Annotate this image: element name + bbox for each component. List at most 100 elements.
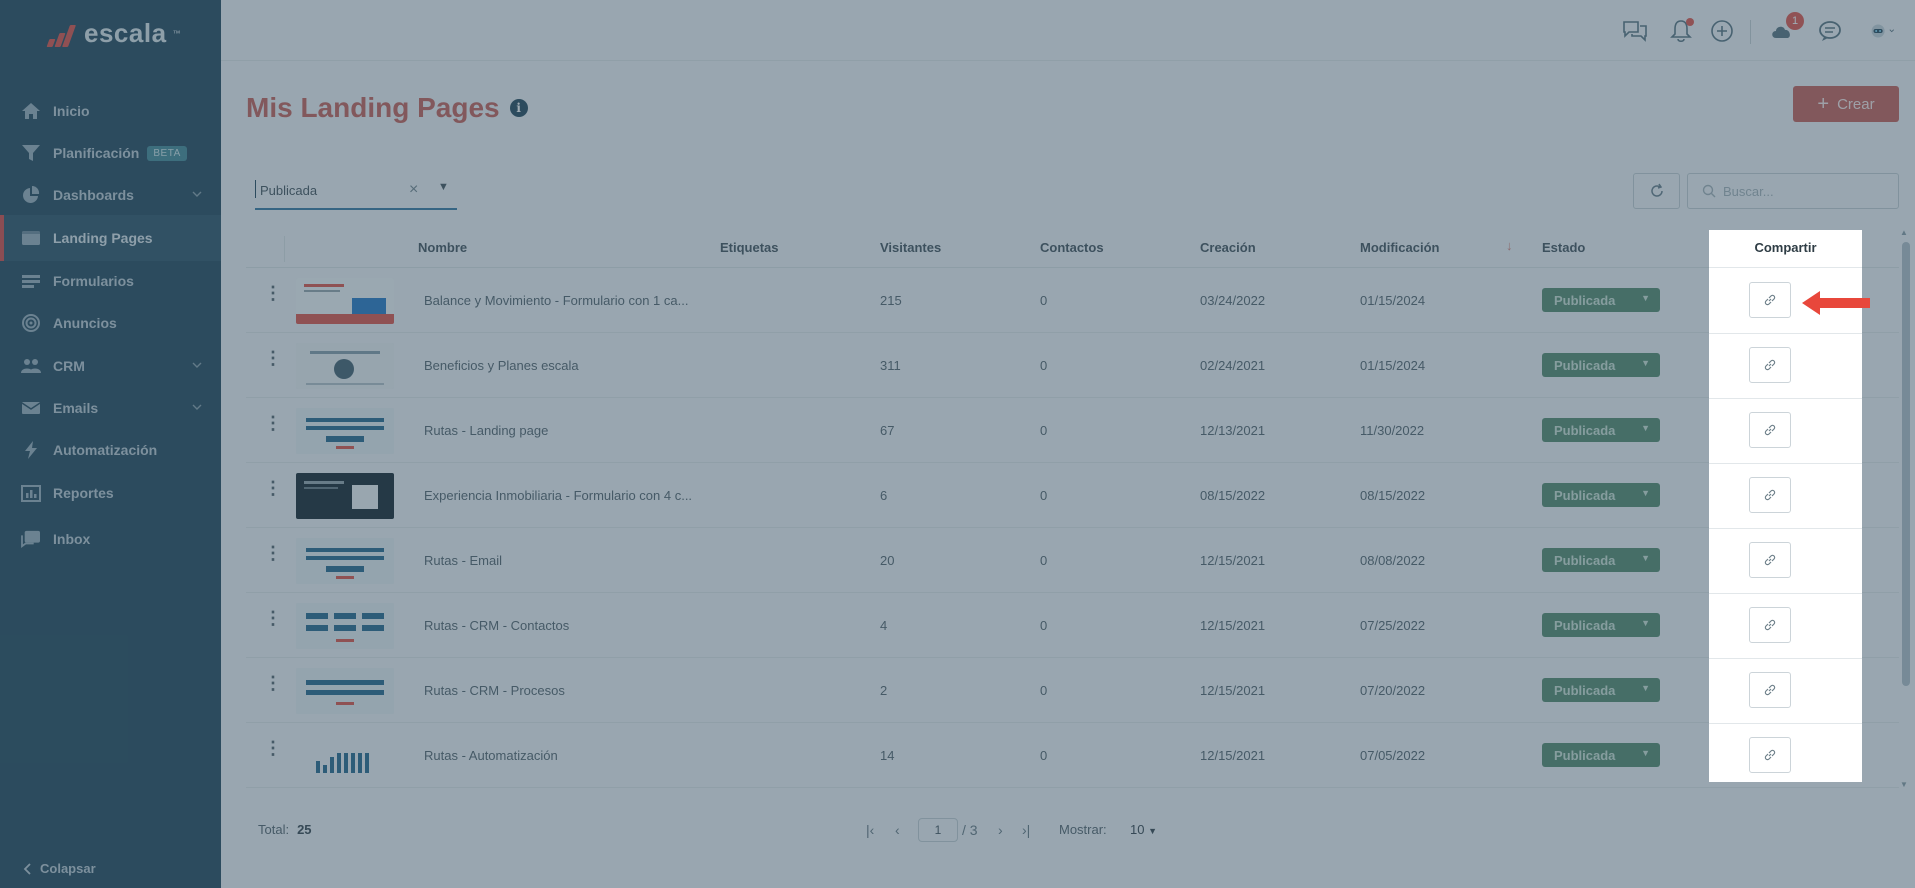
escala-logo[interactable]: escala ™ bbox=[44, 18, 181, 49]
share-link-button[interactable] bbox=[1749, 412, 1791, 448]
pointer-arrow-icon bbox=[1802, 291, 1870, 315]
chat-bubbles-icon[interactable] bbox=[1621, 18, 1649, 44]
create-button[interactable]: + Crear bbox=[1793, 86, 1899, 122]
column-header-contactos[interactable]: Contactos bbox=[1040, 240, 1104, 255]
contacts-count: 0 bbox=[1040, 553, 1048, 568]
info-icon[interactable]: i bbox=[509, 99, 528, 117]
column-header-modificacion[interactable]: Modificación bbox=[1360, 240, 1439, 255]
status-dropdown[interactable]: Publicada ▼ bbox=[1542, 418, 1660, 442]
page-number-input[interactable]: 1 bbox=[918, 818, 958, 842]
status-dropdown[interactable]: Publicada ▼ bbox=[1542, 613, 1660, 637]
create-button-label: Crear bbox=[1837, 95, 1875, 113]
sidebar-item-formularios[interactable]: Formularios bbox=[0, 258, 221, 304]
landing-thumbnail[interactable] bbox=[296, 538, 394, 584]
row-menu-icon[interactable]: ⋮ bbox=[264, 674, 282, 700]
landing-thumbnail[interactable] bbox=[296, 603, 394, 649]
column-header-visitantes[interactable]: Visitantes bbox=[880, 240, 941, 255]
bell-icon[interactable] bbox=[1667, 18, 1695, 44]
prev-page-icon[interactable]: ‹ bbox=[895, 822, 900, 838]
row-menu-icon[interactable]: ⋮ bbox=[264, 544, 282, 570]
caret-down-icon: ▼ bbox=[1641, 358, 1650, 368]
cloud-icon[interactable]: 1 bbox=[1768, 12, 1804, 44]
landing-name[interactable]: Rutas - Landing page bbox=[424, 423, 548, 438]
row-menu-icon[interactable]: ⋮ bbox=[264, 349, 282, 375]
landing-name[interactable]: Beneficios y Planes escala bbox=[424, 358, 579, 373]
sidebar-item-planificacion[interactable]: Planificación BETA bbox=[0, 130, 221, 176]
share-link-button[interactable] bbox=[1749, 282, 1791, 318]
landing-name[interactable]: Balance y Movimiento - Formulario con 1 … bbox=[424, 293, 688, 308]
column-header-nombre[interactable]: Nombre bbox=[418, 240, 467, 255]
filter-value: Publicada bbox=[260, 183, 318, 198]
clear-filter-icon[interactable]: × bbox=[409, 181, 418, 199]
status-filter-select[interactable]: Publicada × ▼ bbox=[255, 178, 457, 210]
column-header-etiquetas[interactable]: Etiquetas bbox=[720, 240, 779, 255]
visitors-count: 14 bbox=[880, 748, 895, 763]
landing-name[interactable]: Rutas - Email bbox=[424, 553, 502, 568]
share-link-button[interactable] bbox=[1749, 737, 1791, 773]
robot-avatar-icon[interactable] bbox=[1862, 18, 1902, 44]
sidebar-item-anuncios[interactable]: Anuncios bbox=[0, 300, 221, 346]
sidebar-item-emails[interactable]: Emails bbox=[0, 385, 221, 431]
sidebar-item-inbox[interactable]: Inbox bbox=[0, 516, 221, 562]
scroll-down-icon[interactable]: ▼ bbox=[1900, 780, 1908, 789]
collapse-sidebar-button[interactable]: Colapsar bbox=[22, 861, 96, 876]
row-menu-icon[interactable]: ⋮ bbox=[264, 479, 282, 505]
top-bar bbox=[221, 0, 1915, 61]
row-menu-icon[interactable]: ⋮ bbox=[264, 284, 282, 310]
table-row: ⋮ Balance y Movimiento - Formulario con … bbox=[246, 268, 1899, 333]
landing-thumbnail[interactable] bbox=[296, 343, 394, 389]
search-input[interactable]: Buscar... bbox=[1687, 173, 1899, 209]
last-page-icon[interactable]: ›| bbox=[1022, 822, 1030, 838]
status-dropdown[interactable]: Publicada ▼ bbox=[1542, 548, 1660, 572]
status-dropdown[interactable]: Publicada ▼ bbox=[1542, 743, 1660, 767]
landing-thumbnail[interactable] bbox=[296, 668, 394, 714]
row-menu-icon[interactable]: ⋮ bbox=[264, 739, 282, 765]
target-icon bbox=[20, 314, 42, 332]
share-link-button[interactable] bbox=[1749, 477, 1791, 513]
plus-circle-icon[interactable] bbox=[1708, 18, 1736, 44]
contacts-count: 0 bbox=[1040, 748, 1048, 763]
sort-down-arrow-icon[interactable]: ↓ bbox=[1506, 238, 1513, 253]
status-dropdown[interactable]: Publicada ▼ bbox=[1542, 483, 1660, 507]
modified-date: 01/15/2024 bbox=[1360, 293, 1426, 308]
next-page-icon[interactable]: › bbox=[998, 822, 1003, 838]
status-dropdown[interactable]: Publicada ▼ bbox=[1542, 678, 1660, 702]
sidebar-item-inicio[interactable]: Inicio bbox=[0, 88, 221, 134]
landing-name[interactable]: Rutas - CRM - Contactos bbox=[424, 618, 569, 633]
sidebar-item-landing-pages[interactable]: Landing Pages bbox=[0, 215, 221, 261]
modified-date: 01/15/2024 bbox=[1360, 358, 1426, 373]
support-chat-icon[interactable] bbox=[1816, 18, 1844, 44]
sidebar-item-automatizacion[interactable]: Automatización bbox=[0, 427, 221, 473]
share-link-button[interactable] bbox=[1749, 672, 1791, 708]
caret-down-icon: ▼ bbox=[1148, 826, 1158, 836]
page-size-select[interactable]: 10 ▼ bbox=[1130, 822, 1157, 837]
sidebar-item-reportes[interactable]: Reportes bbox=[0, 470, 221, 516]
first-page-icon[interactable]: |‹ bbox=[866, 822, 874, 838]
landing-name[interactable]: Rutas - Automatización bbox=[424, 748, 558, 763]
sidebar-item-dashboards[interactable]: Dashboards bbox=[0, 172, 221, 218]
table-scrollbar[interactable] bbox=[1902, 242, 1910, 686]
sidebar-item-crm[interactable]: CRM bbox=[0, 343, 221, 389]
share-link-button[interactable] bbox=[1749, 607, 1791, 643]
landing-thumbnail[interactable] bbox=[296, 473, 394, 519]
landing-thumbnail[interactable] bbox=[296, 408, 394, 454]
column-header-estado[interactable]: Estado bbox=[1542, 240, 1585, 255]
row-menu-icon[interactable]: ⋮ bbox=[264, 609, 282, 635]
status-dropdown[interactable]: Publicada ▼ bbox=[1542, 288, 1660, 312]
landing-name[interactable]: Experiencia Inmobiliaria - Formulario co… bbox=[424, 488, 692, 503]
share-link-button[interactable] bbox=[1749, 542, 1791, 578]
landing-thumbnail[interactable] bbox=[296, 733, 394, 779]
landing-name[interactable]: Rutas - CRM - Procesos bbox=[424, 683, 565, 698]
link-icon bbox=[1764, 424, 1776, 436]
scroll-up-icon[interactable]: ▲ bbox=[1900, 228, 1908, 237]
total-label: Total: bbox=[258, 822, 290, 837]
dropdown-arrow-icon[interactable]: ▼ bbox=[438, 181, 449, 193]
landing-thumbnail[interactable] bbox=[296, 278, 394, 324]
column-header-creacion[interactable]: Creación bbox=[1200, 240, 1256, 255]
status-dropdown[interactable]: Publicada ▼ bbox=[1542, 353, 1660, 377]
modified-date: 08/15/2022 bbox=[1360, 488, 1426, 503]
refresh-button[interactable] bbox=[1633, 173, 1680, 209]
row-menu-icon[interactable]: ⋮ bbox=[264, 414, 282, 440]
share-link-button[interactable] bbox=[1749, 347, 1791, 383]
text-cursor bbox=[255, 180, 256, 198]
